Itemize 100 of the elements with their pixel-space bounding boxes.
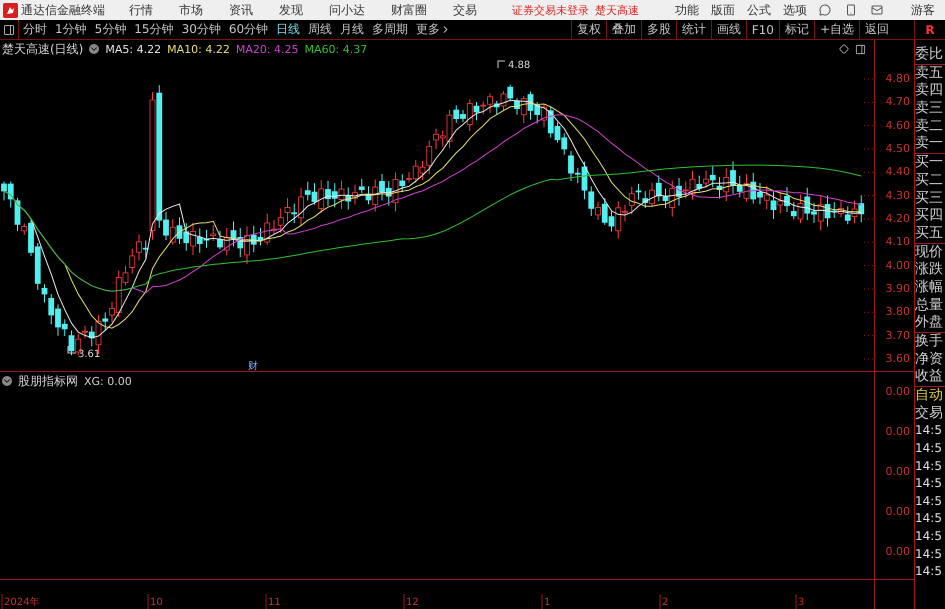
menu-item[interactable]: 选项 bbox=[783, 2, 807, 18]
menu-item[interactable]: 公式 bbox=[747, 2, 771, 18]
user-label[interactable]: 游客 bbox=[911, 2, 935, 18]
period-tab[interactable]: 15分钟 bbox=[130, 20, 178, 39]
quote-label: 买一 bbox=[915, 154, 944, 172]
quote-label: 卖五 bbox=[915, 64, 944, 82]
price-tick: 4.30 bbox=[884, 188, 911, 204]
tool-button[interactable]: 叠加 bbox=[606, 20, 641, 39]
price-tick: 3.90 bbox=[884, 280, 911, 297]
trade-label: 交易 bbox=[915, 404, 944, 422]
price-tick: 3.80 bbox=[884, 304, 911, 320]
quote-label: 买五 bbox=[915, 224, 944, 243]
menu-item[interactable]: 交易 bbox=[453, 2, 477, 18]
trade-time: 14:5 bbox=[915, 458, 943, 475]
period-tab[interactable]: 周线 bbox=[304, 20, 336, 39]
period-tab[interactable]: 60分钟 bbox=[224, 20, 272, 39]
indicator-reading: XG: 0.00 bbox=[84, 374, 132, 388]
ma-label: MA20: 4.25 bbox=[236, 42, 299, 56]
tool-button[interactable]: 多股 bbox=[640, 20, 676, 39]
tool-button[interactable]: +自选 bbox=[814, 20, 859, 39]
period-tab[interactable]: 日线 bbox=[272, 20, 304, 39]
period-tab[interactable]: 多周期 bbox=[368, 20, 412, 39]
menu-item[interactable]: 行情 bbox=[129, 2, 153, 18]
leader-line bbox=[68, 346, 76, 354]
quote-label: 换手 bbox=[915, 333, 944, 351]
trade-time: 14:5 bbox=[915, 422, 943, 440]
ma-label: MA60: 4.37 bbox=[304, 42, 368, 56]
trade-time: 14:5 bbox=[915, 440, 943, 458]
high-price-label: 4.88 bbox=[508, 60, 530, 71]
quote-label: 卖三 bbox=[915, 100, 944, 118]
dropdown-icon[interactable] bbox=[2, 376, 12, 386]
period-tab[interactable]: 5分钟 bbox=[90, 20, 130, 39]
menu-item[interactable]: 市场 bbox=[179, 2, 203, 18]
chat-icon[interactable] bbox=[819, 4, 831, 16]
tool-button[interactable]: 标记 bbox=[778, 20, 814, 39]
indicator-tick: 0.00 bbox=[884, 384, 911, 400]
app-title: 通达信金融终端 bbox=[21, 2, 105, 18]
price-tick: 4.50 bbox=[884, 140, 911, 157]
menu-item[interactable]: 发现 bbox=[279, 2, 303, 18]
low-price-label: 3.61 bbox=[78, 349, 100, 360]
quote-label: 总量 bbox=[915, 296, 944, 314]
quote-label: 卖四 bbox=[915, 82, 944, 100]
tool-button[interactable]: 画线 bbox=[710, 20, 746, 39]
panel-icon[interactable] bbox=[855, 44, 866, 54]
tool-button[interactable]: 统计 bbox=[676, 20, 711, 39]
price-tick: 4.40 bbox=[884, 164, 911, 180]
trade-time: 14:5 bbox=[915, 510, 943, 528]
period-tab[interactable]: 30分钟 bbox=[178, 20, 225, 39]
menu-item[interactable]: 资讯 bbox=[229, 2, 253, 18]
price-tick: 3.70 bbox=[884, 328, 911, 344]
quote-label: 涨跌 bbox=[915, 261, 944, 279]
indicator-tick: 0.00 bbox=[884, 504, 911, 520]
quote-label: 收益 bbox=[915, 368, 944, 386]
quote-label: 买二 bbox=[915, 172, 944, 190]
menu-item[interactable]: 财富圈 bbox=[391, 2, 427, 18]
trade-time: 14:5 bbox=[915, 528, 943, 545]
ma-label: MA10: 4.22 bbox=[167, 42, 230, 56]
leader-line bbox=[498, 60, 506, 68]
auto-label[interactable]: 自动 bbox=[915, 387, 945, 405]
date-axis: 2024年 10 11 12 1 2 3 bbox=[0, 580, 874, 609]
trade-time: 14:5 bbox=[915, 475, 943, 492]
quote-label: 净资 bbox=[915, 350, 944, 368]
menu-item[interactable]: 版面 bbox=[711, 2, 735, 18]
mail-icon[interactable] bbox=[871, 4, 883, 16]
quote-label: 买三 bbox=[915, 190, 944, 208]
price-tick: 4.10 bbox=[884, 234, 911, 250]
quote-label: 外盘 bbox=[915, 314, 944, 332]
indicator-tick: 0.00 bbox=[884, 544, 911, 560]
quote-label: 现价 bbox=[915, 244, 944, 262]
status-text: 证券交易未登录 bbox=[512, 2, 589, 18]
period-tab[interactable]: 分时 bbox=[19, 20, 51, 39]
trade-time: 14:5 bbox=[915, 563, 943, 580]
tool-button[interactable]: F10 bbox=[746, 20, 779, 39]
price-tick: 4.80 bbox=[884, 71, 911, 87]
status-text: 楚天高速 bbox=[595, 2, 639, 18]
tool-button[interactable]: 返回 bbox=[859, 20, 894, 39]
price-tick: 4.70 bbox=[884, 94, 911, 110]
period-tab[interactable]: 1分钟 bbox=[51, 20, 91, 39]
phone-icon[interactable] bbox=[845, 4, 857, 16]
trade-time: 14:5 bbox=[915, 546, 943, 563]
quote-label: 买四 bbox=[915, 207, 944, 225]
price-tick: 4.20 bbox=[884, 210, 911, 227]
price-tick: 4.60 bbox=[884, 118, 911, 134]
indicator-title: 股朋指标网 bbox=[18, 372, 78, 390]
dropdown-icon[interactable] bbox=[89, 44, 100, 54]
side-tab[interactable]: R bbox=[914, 20, 945, 39]
tool-button[interactable]: 复权 bbox=[570, 20, 606, 39]
quote-label: 卖二 bbox=[915, 118, 944, 136]
quote-label: 卖一 bbox=[915, 135, 944, 154]
chart-title: 楚天高速(日线) bbox=[2, 40, 84, 58]
diamond-icon[interactable] bbox=[839, 44, 849, 54]
menu-item[interactable]: 问小达 bbox=[329, 2, 365, 18]
indicator-tick: 0.00 bbox=[884, 464, 911, 480]
quote-label: 委比 bbox=[915, 46, 944, 64]
menu-item[interactable]: 功能 bbox=[675, 2, 699, 18]
indicator-tick: 0.00 bbox=[884, 424, 911, 440]
event-marker[interactable]: 财 bbox=[248, 361, 258, 371]
period-tab[interactable]: 月线 bbox=[336, 20, 368, 39]
period-tab[interactable]: 更多 bbox=[412, 20, 456, 39]
price-tick: 3.60 bbox=[884, 350, 911, 367]
